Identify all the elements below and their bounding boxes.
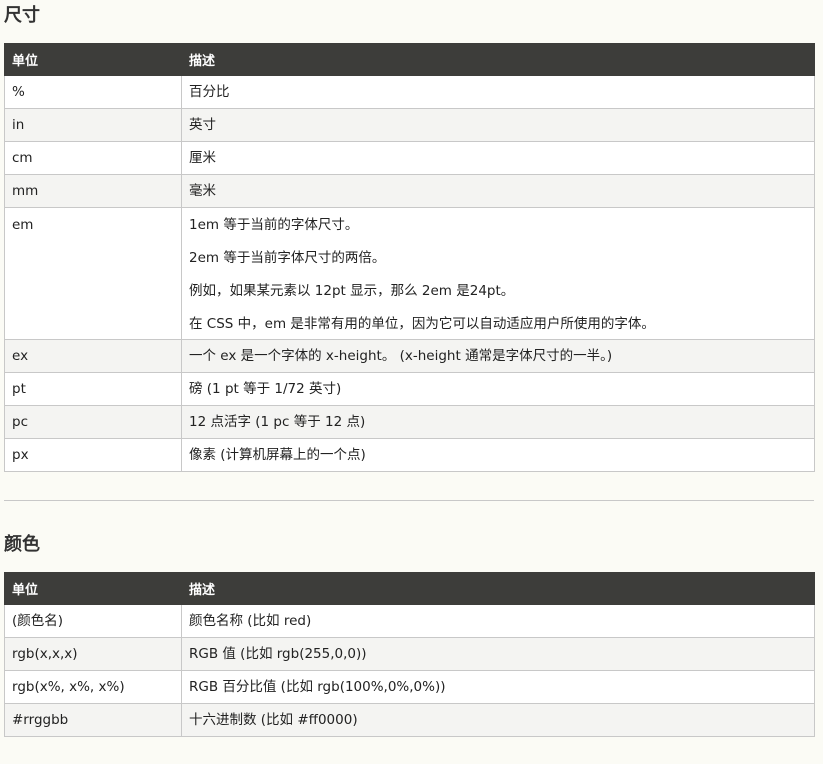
unit-cell: in <box>4 108 182 142</box>
table-row: mm 毫米 <box>4 174 815 208</box>
description-paragraph: 2em 等于当前字体尺寸的两倍。 <box>189 250 386 266</box>
table-row: pt 磅 (1 pt 等于 1/72 英寸) <box>4 372 815 406</box>
description-cell: RGB 百分比值 (比如 rgb(100%,0%,0%)) <box>181 670 815 704</box>
unit-cell: (颜色名) <box>4 604 182 638</box>
table-row: ex 一个 ex 是一个字体的 x-height。 (x-height 通常是字… <box>4 339 815 373</box>
description-cell: 像素 (计算机屏幕上的一个点) <box>181 438 815 472</box>
table-row: cm 厘米 <box>4 141 815 175</box>
description-cell: 十六进制数 (比如 #ff0000) <box>181 703 815 737</box>
description-cell: 厘米 <box>181 141 815 175</box>
unit-cell: #rrggbb <box>4 703 182 737</box>
description-paragraph: 在 CSS 中，em 是非常有用的单位，因为它可以自动适应用户所使用的字体。 <box>189 316 655 332</box>
table-header-row: 单位 描述 <box>4 572 815 605</box>
description-cell: 颜色名称 (比如 red) <box>181 604 815 638</box>
unit-cell: mm <box>4 174 182 208</box>
unit-cell: em <box>4 207 182 340</box>
unit-cell: rgb(x%, x%, x%) <box>4 670 182 704</box>
unit-cell: pc <box>4 405 182 439</box>
table-row: in 英寸 <box>4 108 815 142</box>
description-cell: 一个 ex 是一个字体的 x-height。 (x-height 通常是字体尺寸… <box>181 339 815 373</box>
description-cell: RGB 值 (比如 rgb(255,0,0)) <box>181 637 815 671</box>
unit-cell: ex <box>4 339 182 373</box>
description-cell: 毫米 <box>181 174 815 208</box>
color-units-table: 单位 描述 (颜色名) 颜色名称 (比如 red) rgb(x,x,x) RGB… <box>4 572 815 737</box>
description-cell: 百分比 <box>181 75 815 109</box>
description-cell: 12 点活字 (1 pc 等于 12 点) <box>181 405 815 439</box>
unit-cell: % <box>4 75 182 109</box>
unit-cell: px <box>4 438 182 472</box>
table-row: (颜色名) 颜色名称 (比如 red) <box>4 604 815 638</box>
table-row: pc 12 点活字 (1 pc 等于 12 点) <box>4 405 815 439</box>
color-section-title: 颜色 <box>4 534 40 555</box>
section-divider <box>4 500 814 501</box>
table-row: #rrggbb 十六进制数 (比如 #ff0000) <box>4 703 815 737</box>
size-units-table: 单位 描述 % 百分比 in 英寸 cm 厘米 mm 毫米 em 1em 等于当… <box>4 43 815 472</box>
description-paragraph: 例如，如果某元素以 12pt 显示，那么 2em 是24pt。 <box>189 283 515 299</box>
table-header-row: 单位 描述 <box>4 43 815 76</box>
table-row: rgb(x,x,x) RGB 值 (比如 rgb(255,0,0)) <box>4 637 815 671</box>
table-row: px 像素 (计算机屏幕上的一个点) <box>4 438 815 472</box>
column-header-unit: 单位 <box>4 572 182 605</box>
column-header-description: 描述 <box>181 43 815 76</box>
unit-cell: rgb(x,x,x) <box>4 637 182 671</box>
description-cell: 英寸 <box>181 108 815 142</box>
table-row: em 1em 等于当前的字体尺寸。 2em 等于当前字体尺寸的两倍。 例如，如果… <box>4 207 815 340</box>
table-row: % 百分比 <box>4 75 815 109</box>
description-paragraph: 1em 等于当前的字体尺寸。 <box>189 217 359 233</box>
size-section-title: 尺寸 <box>4 5 40 26</box>
unit-cell: pt <box>4 372 182 406</box>
unit-cell: cm <box>4 141 182 175</box>
table-row: rgb(x%, x%, x%) RGB 百分比值 (比如 rgb(100%,0%… <box>4 670 815 704</box>
column-header-unit: 单位 <box>4 43 182 76</box>
description-cell: 磅 (1 pt 等于 1/72 英寸) <box>181 372 815 406</box>
description-cell: 1em 等于当前的字体尺寸。 2em 等于当前字体尺寸的两倍。 例如，如果某元素… <box>181 207 815 340</box>
column-header-description: 描述 <box>181 572 815 605</box>
